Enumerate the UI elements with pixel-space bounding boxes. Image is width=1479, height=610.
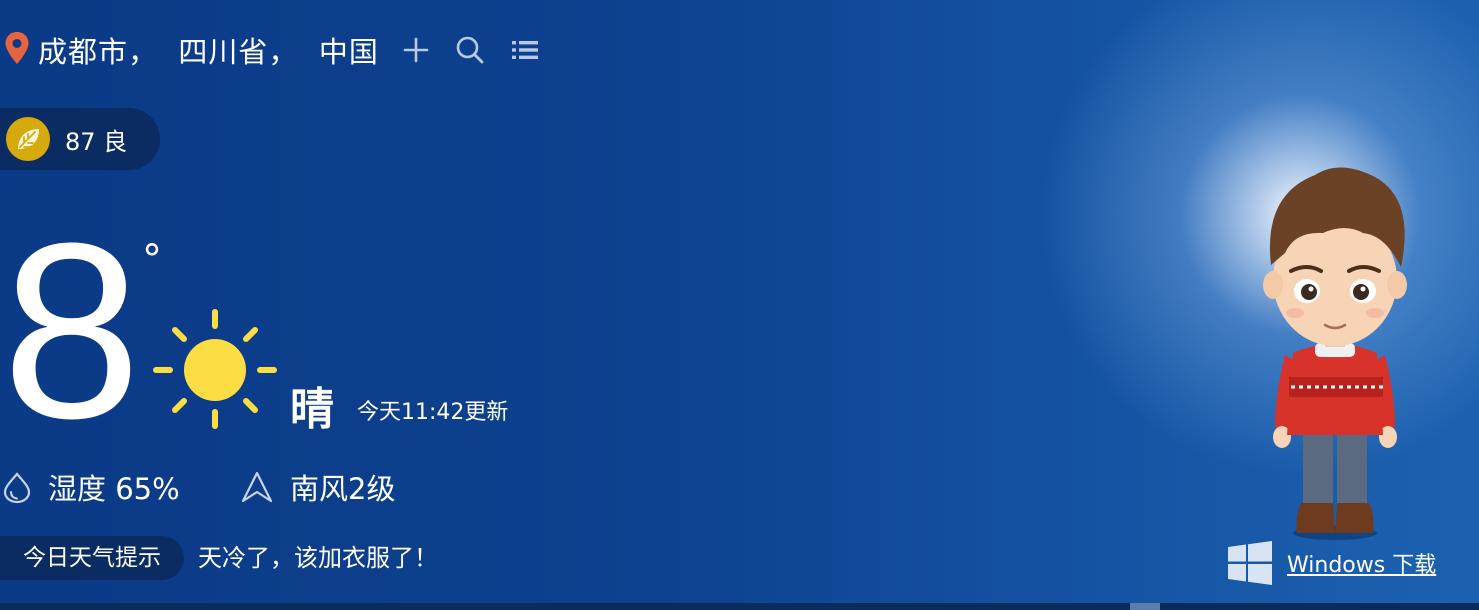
water-drop-icon [3, 472, 31, 504]
air-quality-badge[interactable]: 87 良 [0, 108, 160, 170]
degree-symbol: ° [142, 237, 162, 283]
weather-condition: 晴 [290, 384, 334, 435]
location-bar: 成都市， 四川省， 中国 [4, 28, 539, 72]
humidity: 湿度 65% [0, 466, 180, 508]
windows-logo-icon [1228, 541, 1272, 585]
location-pin-icon [4, 31, 30, 69]
aqi-value: 87 良 [65, 127, 128, 156]
weather-tip-text: 天冷了，该加衣服了！ [198, 544, 438, 572]
weather-tip-tag: 今日天气提示 [0, 536, 184, 580]
list-icon [511, 41, 538, 59]
update-time: 今天11:42更新 [357, 400, 509, 425]
wind-label: 南风2级 [290, 472, 396, 506]
location-name[interactable]: 成都市， 四川省， 中国 [38, 29, 379, 71]
search-icon [456, 36, 484, 64]
bottom-scrollbar[interactable] [0, 603, 1479, 610]
add-city-button[interactable] [403, 37, 429, 63]
search-button[interactable] [455, 35, 485, 65]
wind-direction-icon [241, 471, 273, 503]
city-list-button[interactable] [511, 38, 539, 62]
sun-icon [150, 308, 280, 438]
plus-icon [403, 37, 429, 63]
leaf-icon [6, 117, 50, 161]
windows-download-link[interactable]: Windows 下载 [1227, 541, 1436, 585]
avatar-character-image [1245, 155, 1420, 549]
windows-download-label[interactable]: Windows 下载 [1287, 547, 1436, 579]
humidity-label: 湿度 65% [48, 472, 180, 506]
scrollbar-thumb[interactable] [1130, 603, 1160, 610]
temperature-value: 8 [2, 191, 142, 470]
wind: 南风2级 [240, 466, 395, 508]
